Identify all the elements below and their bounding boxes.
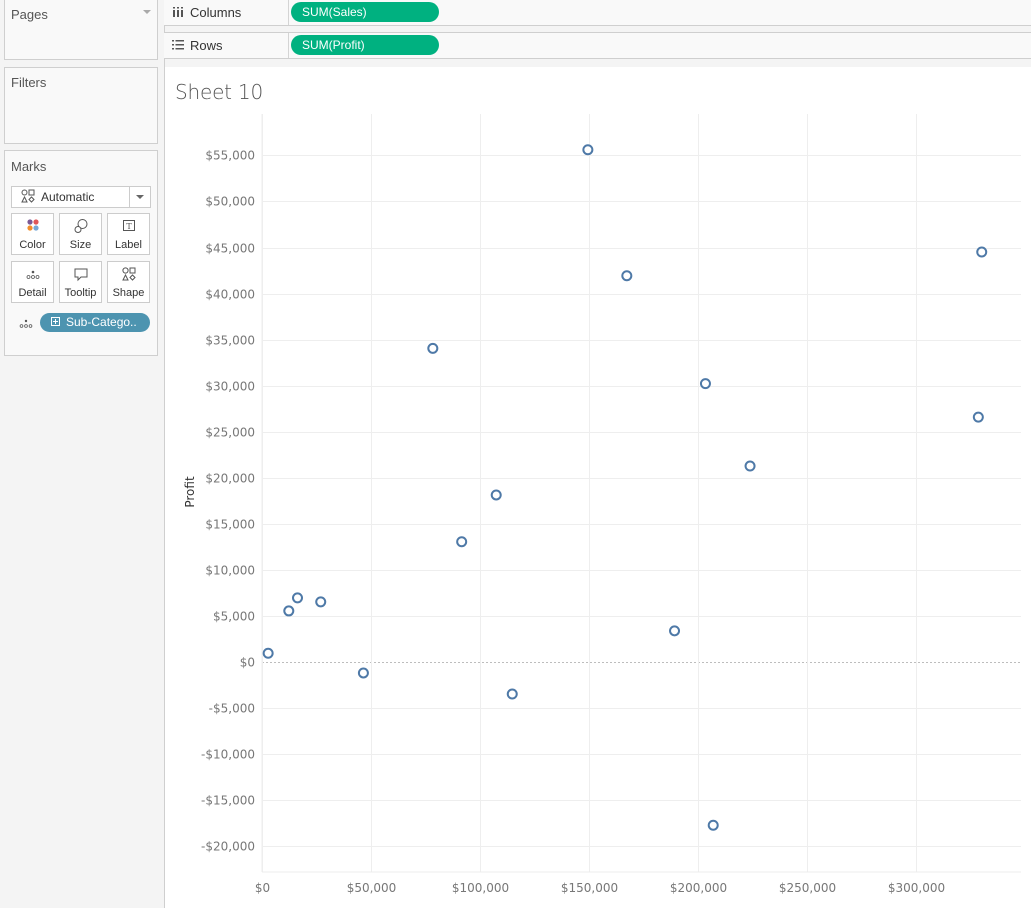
x-tick-label: $200,000 — [670, 881, 727, 895]
y-axis: $55,000 $50,000 $45,000 $40,000 $35,000 $30,0… — [183, 149, 255, 854]
y-tick-label: $25,000 — [205, 426, 255, 440]
rows-icon — [172, 39, 184, 51]
data-point[interactable]: Bookcases — [508, 689, 517, 698]
y-tick-label: -$15,000 — [201, 794, 255, 808]
data-point[interactable]: Appliances — [492, 490, 501, 499]
data-point[interactable]: Storage — [746, 462, 755, 471]
scatter-chart[interactable]: $55,000 $50,000 $45,000 $40,000 $35,000 $30,0… — [165, 67, 1031, 908]
rows-shelf-header: Rows — [164, 33, 289, 58]
x-tick-label: $50,000 — [347, 881, 397, 895]
rows-label: Rows — [190, 38, 223, 53]
color-label: Color — [12, 239, 53, 251]
y-axis-title: Profit — [183, 476, 197, 508]
sum-sales-pill[interactable]: SUM(Sales) — [291, 2, 439, 22]
columns-label: Columns — [190, 5, 241, 20]
size-button[interactable]: Size — [59, 213, 102, 255]
data-point[interactable]: Fasteners — [264, 649, 273, 658]
color-button[interactable]: Color — [11, 213, 54, 255]
shape-button[interactable]: Shape — [107, 261, 150, 303]
dropdown-separator — [129, 187, 130, 207]
y-tick-label: $0 — [240, 656, 255, 670]
chevron-down-icon[interactable] — [136, 195, 144, 199]
label-label: Label — [108, 239, 149, 251]
pages-card[interactable]: Pages — [4, 0, 158, 60]
y-tick-label: $50,000 — [205, 195, 255, 209]
sub-category-pill[interactable]: Sub-Catego.. — [40, 313, 150, 332]
mark-type-label: Automatic — [41, 190, 94, 204]
columns-shelf[interactable]: Columns SUM(Sales) — [164, 0, 1031, 26]
columns-shelf-header: Columns — [164, 0, 289, 25]
pages-title: Pages — [11, 7, 48, 22]
shape-label: Shape — [108, 287, 149, 299]
y-tick-label: $20,000 — [205, 472, 255, 486]
x-tick-label: $250,000 — [779, 881, 836, 895]
data-point[interactable]: Supplies — [359, 668, 368, 677]
y-tick-label: $45,000 — [205, 242, 255, 256]
data-point[interactable]: Accessories — [622, 271, 631, 280]
rows-shelf[interactable]: Rows SUM(Profit) — [164, 32, 1031, 59]
data-point[interactable]: Binders — [701, 379, 710, 388]
data-point[interactable]: Labels — [284, 606, 293, 615]
tooltip-icon — [72, 266, 90, 282]
data-point[interactable]: Chairs — [974, 413, 983, 422]
x-tick-label: $300,000 — [888, 881, 945, 895]
detail-icon — [19, 318, 33, 330]
y-tick-label: -$20,000 — [201, 840, 255, 854]
tooltip-label: Tooltip — [60, 287, 101, 299]
expand-plus-icon[interactable] — [51, 317, 60, 326]
size-label: Size — [60, 239, 101, 251]
label-button[interactable]: T Label — [107, 213, 150, 255]
filters-card[interactable]: Filters — [4, 67, 158, 144]
tooltip-button[interactable]: Tooltip — [59, 261, 102, 303]
automatic-shapes-icon — [21, 189, 35, 203]
data-point[interactable]: Art — [316, 597, 325, 606]
y-tick-label: $10,000 — [205, 564, 255, 578]
worksheet-view: Sheet 10 $55,000$50,000$45,000$40,000$35… — [165, 67, 1031, 908]
marks-card: Marks Automatic Color Size T Labe — [4, 150, 158, 356]
data-point[interactable]: Paper — [428, 344, 437, 353]
y-tick-label: $15,000 — [205, 518, 255, 532]
y-tick-label: $30,000 — [205, 380, 255, 394]
data-point[interactable]: Copiers — [583, 145, 592, 154]
filters-title: Filters — [11, 75, 46, 90]
y-tick-label: $55,000 — [205, 149, 255, 163]
gridlines — [262, 114, 1021, 872]
data-point[interactable]: Machines — [670, 626, 679, 635]
pages-dropdown-icon[interactable] — [143, 10, 151, 14]
y-tick-label: -$10,000 — [201, 748, 255, 762]
x-tick-label: $100,000 — [452, 881, 509, 895]
y-tick-label: $40,000 — [205, 288, 255, 302]
sum-sales-pill-label: SUM(Sales) — [302, 5, 367, 19]
detail-field-row: Sub-Catego.. — [17, 313, 157, 333]
sum-profit-pill[interactable]: SUM(Profit) — [291, 35, 439, 55]
shape-icon — [120, 266, 138, 282]
y-tick-label: $35,000 — [205, 334, 255, 348]
label-icon: T — [120, 218, 138, 234]
detail-icon — [24, 266, 42, 282]
marks-title: Marks — [11, 159, 46, 174]
sub-category-pill-label: Sub-Catego.. — [66, 315, 137, 329]
data-point[interactable]: Envelopes — [293, 593, 302, 602]
y-tick-label: $5,000 — [213, 610, 255, 624]
x-tick-label: $150,000 — [561, 881, 618, 895]
x-tick-label: $0 — [255, 881, 270, 895]
data-point[interactable]: Phones — [977, 248, 986, 257]
detail-label: Detail — [12, 287, 53, 299]
data-point[interactable]: Tables — [709, 821, 718, 830]
y-tick-label: -$5,000 — [209, 702, 255, 716]
columns-icon — [172, 6, 184, 18]
x-axis: $0 $50,000 $100,000 $150,000 $200,000 $250,00… — [255, 881, 945, 908]
detail-button[interactable]: Detail — [11, 261, 54, 303]
data-points: Phones Chairs Storage Tables Binders Machines… — [264, 145, 987, 830]
sum-profit-pill-label: SUM(Profit) — [302, 38, 365, 52]
size-icon — [72, 218, 90, 234]
data-point[interactable]: Furnishings — [457, 537, 466, 546]
color-icon — [24, 218, 42, 234]
svg-text:T: T — [126, 222, 132, 231]
mark-type-dropdown[interactable]: Automatic — [11, 186, 151, 208]
